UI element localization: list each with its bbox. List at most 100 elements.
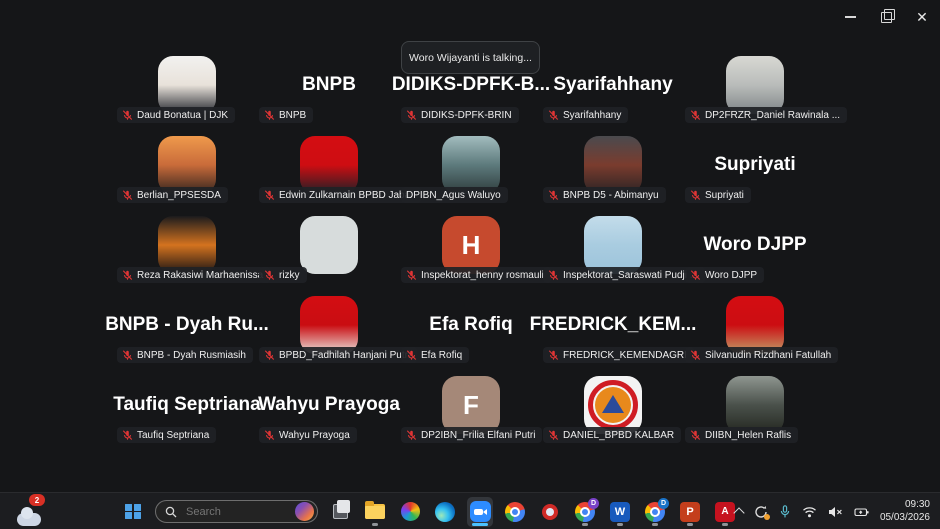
participant-tile[interactable]: Edwin Zulkarnain BPBD Jabar [258, 126, 400, 206]
participant-tile[interactable]: Wahyu Prayoga Wahyu Prayoga [258, 366, 400, 446]
participant-name: BNPB D5 - Abimanyu [563, 190, 659, 201]
chrome-profile-d-blue-taskbar-button[interactable]: D [642, 497, 668, 527]
windows-start-icon [125, 504, 141, 520]
powerpoint-taskbar-button[interactable]: P [677, 497, 703, 527]
participant-name-pill: Inspektorat_Saraswati Pudji ... [543, 267, 705, 283]
participant-tile[interactable]: Supriyati Supriyati [684, 126, 826, 206]
file-explorer-taskbar-button[interactable] [362, 497, 388, 527]
volume-muted-icon[interactable] [828, 506, 843, 518]
taskbar: 2 DWDPA [0, 492, 940, 529]
start-button[interactable] [120, 497, 146, 527]
close-button[interactable]: ✕ [904, 0, 940, 34]
participant-tile[interactable]: Berlian_PPSESDA [116, 126, 258, 206]
chrome-profile-badge: D [658, 498, 669, 509]
minimize-button[interactable] [832, 0, 868, 34]
participant-name: DIIBN_Helen Raflis [705, 430, 791, 441]
chrome-taskbar-button[interactable] [502, 497, 528, 527]
participant-name: Daud Bonatua | DJK [137, 110, 228, 121]
word-icon: W [610, 502, 630, 522]
battery-icon[interactable] [854, 506, 869, 518]
participant-avatar [726, 296, 784, 354]
taskbar-clock[interactable]: 09:30 05/03/2026 [880, 499, 934, 524]
participant-tile[interactable]: H Inspektorat_henny rosmauli [400, 206, 542, 286]
participant-tile[interactable]: F DP2IBN_Frilia Elfani Putri [400, 366, 542, 446]
participant-avatar [300, 216, 358, 274]
taskbar-search[interactable] [155, 500, 318, 523]
participant-tile[interactable]: BNPB D5 - Abimanyu [542, 126, 684, 206]
participant-tile[interactable]: BPBD_Fadhilah Hanjani Putri [258, 286, 400, 366]
sync-icon[interactable] [754, 505, 768, 519]
close-icon: ✕ [916, 10, 928, 24]
participant-name: Supriyati [705, 190, 744, 201]
muted-mic-icon [122, 110, 133, 121]
muted-mic-icon [690, 430, 701, 441]
download-manager-taskbar-button[interactable] [537, 497, 563, 527]
participant-avatar [158, 136, 216, 194]
active-speaker-text: Woro Wijayanti is talking... [409, 52, 532, 64]
participant-tile[interactable]: Efa Rofiq Efa Rofiq [400, 286, 542, 366]
participant-tile[interactable]: BNPB BNPB [258, 46, 400, 126]
participant-name-pill: Inspektorat_henny rosmauli [401, 267, 551, 283]
taskbar-apps: DWDPA [120, 493, 738, 529]
participant-name: BNPB - Dyah Rusmiasih [137, 350, 246, 361]
microphone-in-use-icon[interactable] [779, 505, 791, 519]
muted-mic-icon [406, 430, 417, 441]
participant-tile[interactable]: Syarifahhany Syarifahhany [542, 46, 684, 126]
chrome-icon [505, 502, 525, 522]
participant-name-pill: FREDRICK_KEMENDAGRI [543, 347, 694, 363]
participant-name-pill: Supriyati [685, 187, 751, 203]
participant-tile[interactable]: Woro DJPP Woro DJPP [684, 206, 826, 286]
participant-name: Syarifahhany [563, 110, 621, 121]
download-manager-icon [542, 504, 558, 520]
participant-tile[interactable]: DANIEL_BPBD KALBAR [542, 366, 684, 446]
participant-avatar [158, 216, 216, 274]
participant-tile[interactable]: FREDRICK_KEM... FREDRICK_KEMENDAGRI [542, 286, 684, 366]
participant-avatar [584, 376, 642, 434]
participant-name: Silvanudin Rizdhani Fatullah [705, 350, 831, 361]
participant-name-pill: BPBD_Fadhilah Hanjani Putri [259, 347, 417, 363]
participant-name: rizky [279, 270, 300, 281]
participant-tile[interactable]: rizky [258, 206, 400, 286]
notification-badge: 2 [29, 494, 45, 506]
participant-tile[interactable]: BNPB - Dyah Ru... BNPB - Dyah Rusmiasih [116, 286, 258, 366]
participant-tile[interactable]: Daud Bonatua | DJK [116, 46, 258, 126]
zoom-taskbar-button[interactable] [467, 497, 493, 527]
participant-avatar [300, 136, 358, 194]
task-view-taskbar-button[interactable] [327, 497, 353, 527]
restore-icon [881, 12, 892, 23]
muted-mic-icon [406, 350, 417, 361]
weather-widget[interactable]: 2 [12, 497, 46, 526]
participant-tile[interactable]: Taufiq Septriana Taufiq Septriana [116, 366, 258, 446]
participant-avatar: H [442, 216, 500, 274]
participant-name-pill: DANIEL_BPBD KALBAR [543, 427, 681, 443]
edge-taskbar-button[interactable] [432, 497, 458, 527]
restore-button[interactable] [868, 0, 904, 34]
hidden-icons-chevron-icon[interactable] [735, 506, 743, 517]
participant-tile[interactable]: Silvanudin Rizdhani Fatullah [684, 286, 826, 366]
participant-name: DIDIKS-DPFK-BRIN [421, 110, 512, 121]
acrobat-icon: A [715, 502, 735, 522]
participant-name-pill: Berlian_PPSESDA [117, 187, 228, 203]
powerpoint-icon: P [680, 502, 700, 522]
weather-cloud-icon [17, 513, 41, 526]
zoom-app-icon [470, 501, 491, 522]
search-highlight-image[interactable] [295, 502, 314, 521]
running-indicator [372, 523, 378, 526]
chrome-profile-d-purple-taskbar-button[interactable]: D [572, 497, 598, 527]
participant-tile[interactable]: DPIBN_Agus Waluyo [400, 126, 542, 206]
participant-tile[interactable]: Reza Rakasiwi Marhaenissa [116, 206, 258, 286]
participant-tile[interactable]: DIIBN_Helen Raflis [684, 366, 826, 446]
search-input[interactable] [184, 505, 280, 519]
muted-mic-icon [548, 110, 559, 121]
word-taskbar-button[interactable]: W [607, 497, 633, 527]
copilot-taskbar-button[interactable] [397, 497, 423, 527]
participant-tile[interactable]: DP2FRZR_Daniel Rawinala ... [684, 46, 826, 126]
wifi-icon[interactable] [802, 506, 817, 518]
participant-tile[interactable]: Inspektorat_Saraswati Pudji ... [542, 206, 684, 286]
participant-avatar [584, 136, 642, 194]
participant-name: Woro DJPP [705, 270, 757, 281]
muted-mic-icon [264, 350, 275, 361]
chrome-profile-badge: D [588, 498, 599, 509]
participant-name: Reza Rakasiwi Marhaenissa [137, 270, 263, 281]
edge-icon [435, 502, 455, 522]
